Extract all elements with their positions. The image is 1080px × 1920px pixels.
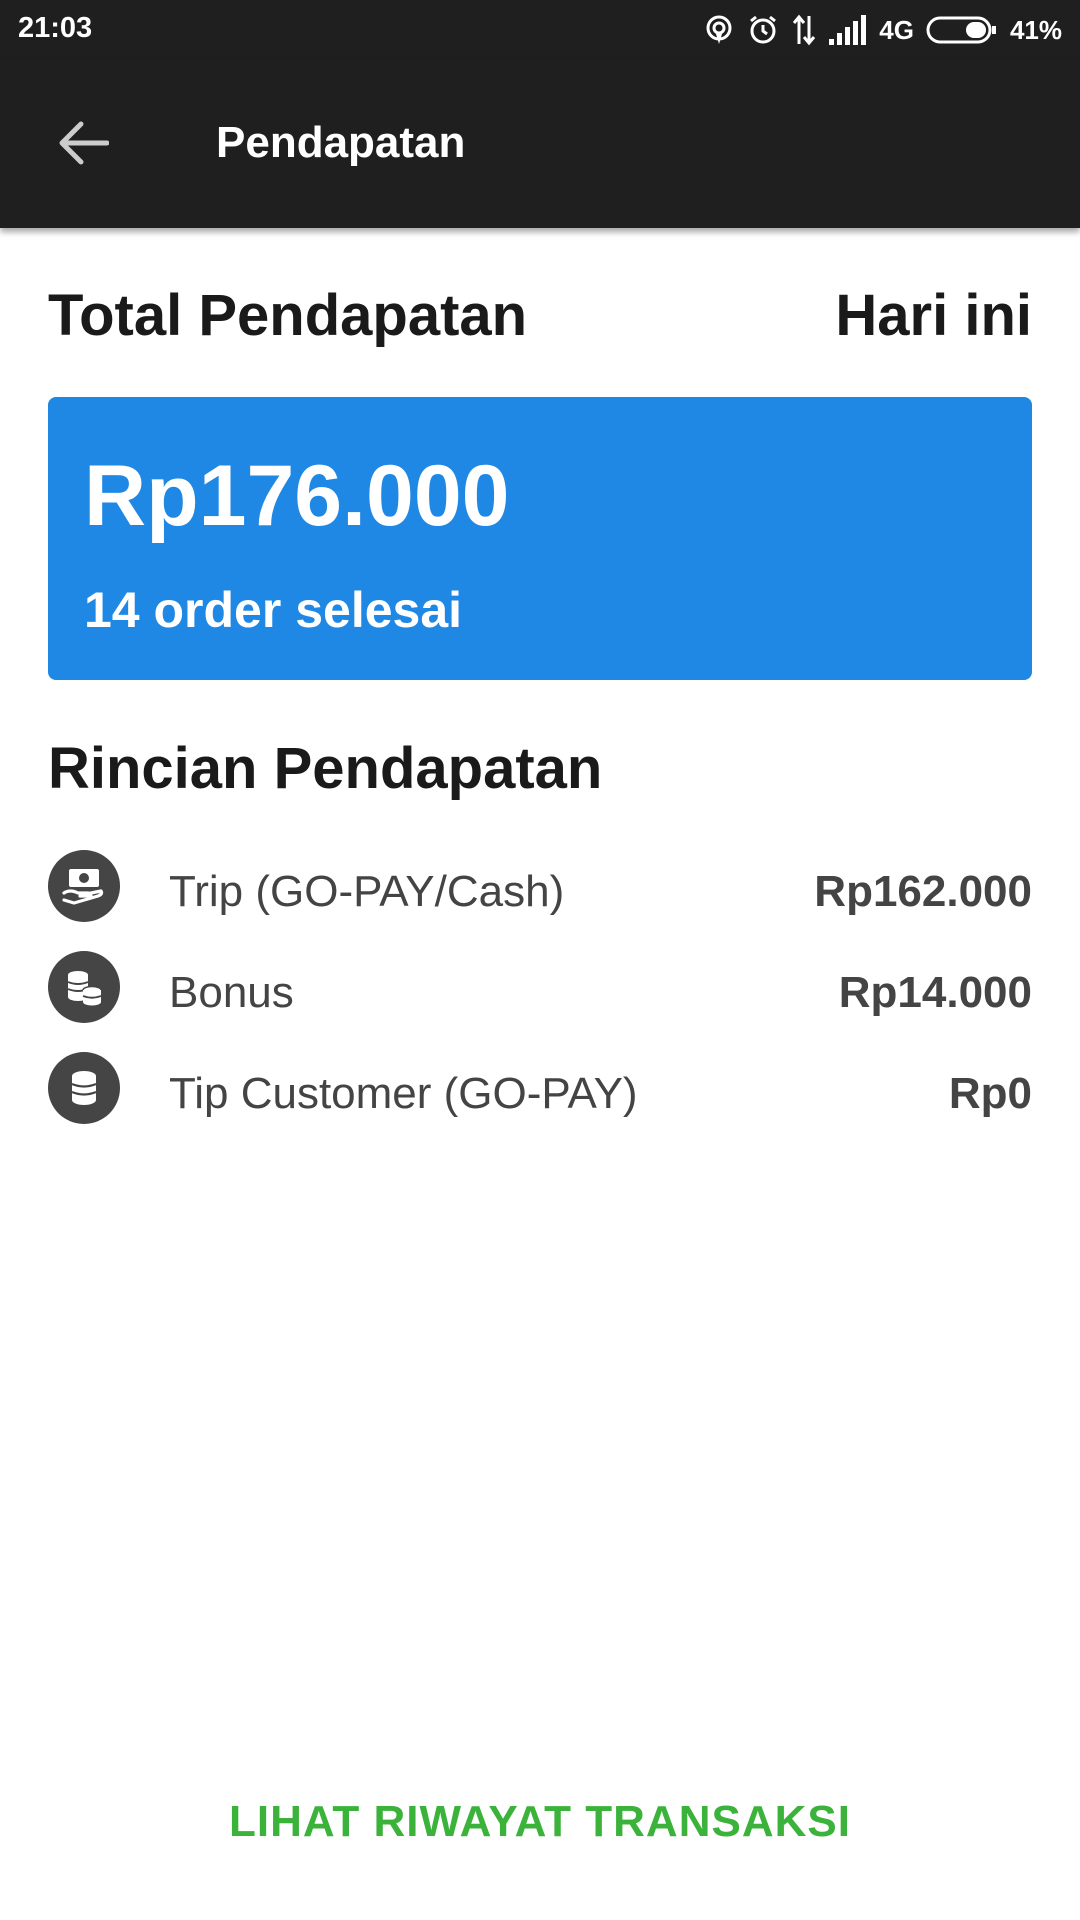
period-selector[interactable]: Hari ini [835,282,1032,349]
breakdown-value: Rp14.000 [838,968,1032,1017]
data-transfer-icon [791,14,817,46]
back-button[interactable] [50,112,116,178]
transaction-history-link[interactable]: LIHAT RIWAYAT TRANSAKSI [0,1797,1080,1847]
cash-hand-icon [48,850,120,922]
status-bar: 21:03 4G 41% [0,0,1080,60]
battery-icon [926,15,998,45]
breakdown-value: Rp162.000 [814,867,1032,916]
breakdown-label: Bonus [169,968,294,1017]
breakdown-label: Trip (GO-PAY/Cash) [169,867,565,916]
orders-completed: 14 order selesai [84,582,463,638]
battery-level: 41% [1009,14,1062,45]
breakdown-value: Rp0 [948,1069,1032,1118]
network-type: 4G [879,14,914,45]
breakdown-title: Rincian Pendapatan [48,736,603,801]
signal-icon [829,15,867,45]
arrow-left-icon [57,120,110,171]
total-earnings-label: Total Pendapatan [48,283,528,348]
total-amount: Rp176.000 [84,448,510,544]
status-time: 21:03 [18,12,93,44]
coins-stack-icon [48,951,120,1023]
coin-stack-icon [48,1052,120,1124]
app-bar: Pendapatan [0,60,1080,228]
breakdown-label: Tip Customer (GO-PAY) [169,1069,638,1118]
alarm-icon [747,14,779,46]
page-title: Pendapatan [216,118,466,167]
status-icons: 4G 41% [703,10,1062,50]
hotspot-icon [703,14,735,46]
earnings-summary-card: Rp176.000 14 order selesai [48,397,1032,680]
